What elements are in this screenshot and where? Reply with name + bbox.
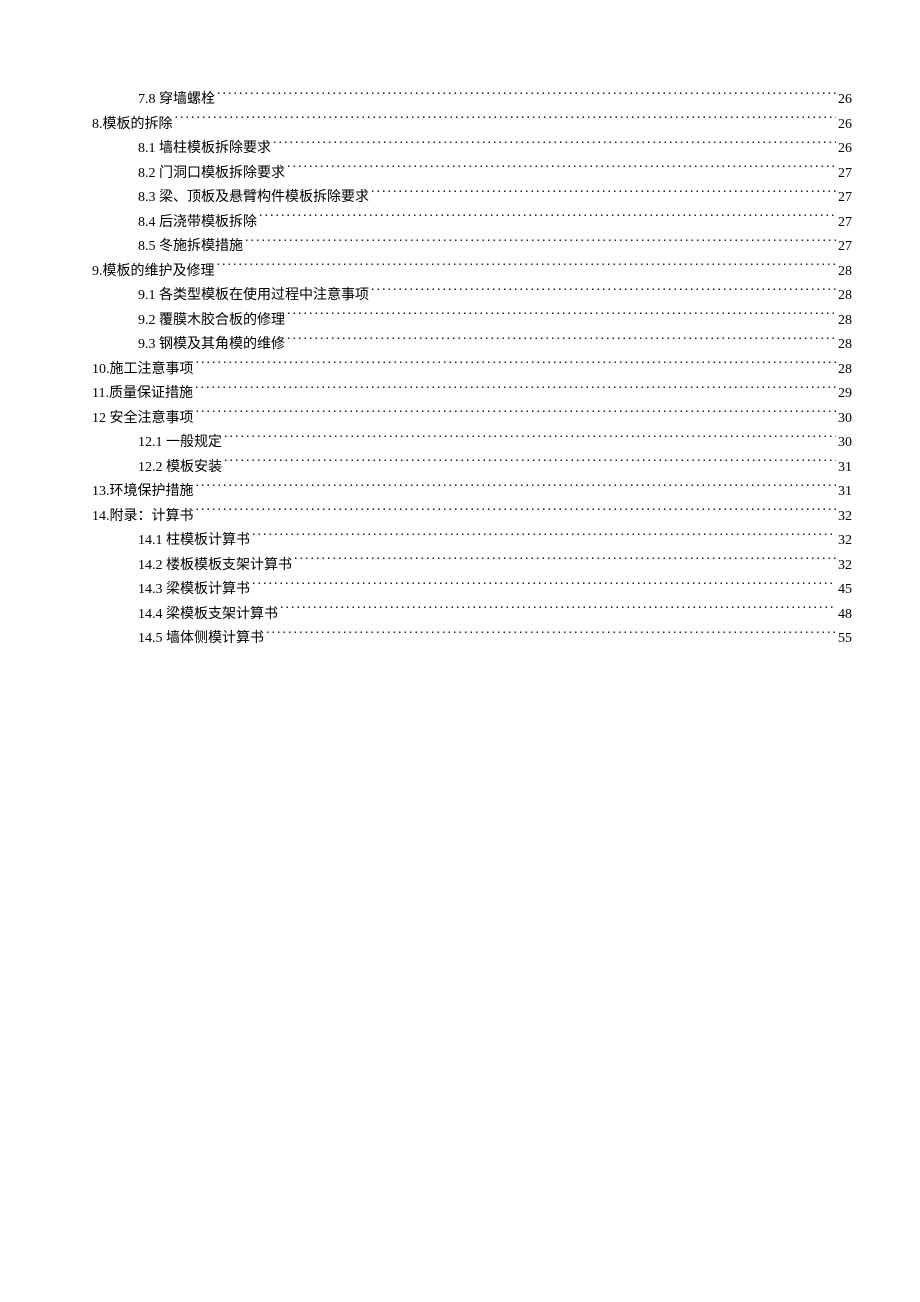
toc-entry-page: 45 (838, 578, 852, 603)
toc-entry[interactable]: 14.5 墙体侧模计算书 55 (68, 627, 852, 652)
toc-entry[interactable]: 9.3 钢模及其角模的维修 28 (68, 333, 852, 358)
toc-entry[interactable]: 8.1 墙柱模板拆除要求 26 (68, 137, 852, 162)
toc-entry-label: 12.1 一般规定 (138, 431, 222, 456)
toc-leader-dots (259, 212, 836, 226)
toc-entry-page: 28 (838, 284, 852, 309)
toc-entry-label: 14.2 楼板模板支架计算书 (138, 554, 292, 579)
toc-entry-page: 32 (838, 529, 852, 554)
toc-entry-page: 28 (838, 309, 852, 334)
toc-entry[interactable]: 10.施工注意事项 28 (68, 358, 852, 383)
toc-entry-label: 10.施工注意事项 (92, 358, 194, 383)
toc-entry-page: 27 (838, 162, 852, 187)
toc-leader-dots (371, 285, 836, 299)
toc-entry-label: 11.质量保证措施 (92, 382, 193, 407)
toc-entry[interactable]: 13.环境保护措施 31 (68, 480, 852, 505)
toc-entry-label: 8.2 门洞口模板拆除要求 (138, 162, 285, 187)
toc-entry-label: 9.3 钢模及其角模的维修 (138, 333, 285, 358)
toc-leader-dots (196, 408, 837, 422)
toc-entry[interactable]: 12 安全注意事项 30 (68, 407, 852, 432)
toc-entry-label: 14.附录：计算书 (92, 505, 194, 530)
toc-leader-dots (266, 628, 836, 642)
toc-entry-page: 32 (838, 554, 852, 579)
toc-entry-page: 31 (838, 480, 852, 505)
toc-entry-page: 28 (838, 333, 852, 358)
toc-entry-page: 27 (838, 211, 852, 236)
toc-entry-label: 8.模板的拆除 (92, 113, 173, 138)
toc-leader-dots (175, 114, 837, 128)
toc-entry[interactable]: 14.2 楼板模板支架计算书 32 (68, 554, 852, 579)
toc-entry-page: 55 (838, 627, 852, 652)
toc-entry[interactable]: 11.质量保证措施 29 (68, 382, 852, 407)
toc-entry-page: 29 (838, 382, 852, 407)
table-of-contents: 7.8 穿墙螺栓268.模板的拆除268.1 墙柱模板拆除要求268.2 门洞口… (68, 88, 852, 652)
toc-leader-dots (252, 579, 836, 593)
toc-leader-dots (287, 310, 836, 324)
toc-leader-dots (217, 261, 837, 275)
toc-leader-dots (252, 530, 836, 544)
toc-entry[interactable]: 14.4 梁模板支架计算书 48 (68, 603, 852, 628)
toc-entry-label: 14.3 梁模板计算书 (138, 578, 250, 603)
toc-leader-dots (294, 555, 836, 569)
toc-entry-page: 26 (838, 137, 852, 162)
toc-entry-label: 8.4 后浇带模板拆除 (138, 211, 257, 236)
toc-entry[interactable]: 8.4 后浇带模板拆除 27 (68, 211, 852, 236)
toc-leader-dots (273, 138, 836, 152)
toc-entry-label: 9.2 覆膜木胶合板的修理 (138, 309, 285, 334)
toc-entry-label: 12 安全注意事项 (92, 407, 194, 432)
toc-leader-dots (224, 432, 836, 446)
toc-entry[interactable]: 9.2 覆膜木胶合板的修理 28 (68, 309, 852, 334)
toc-leader-dots (287, 163, 836, 177)
toc-entry-page: 27 (838, 235, 852, 260)
toc-leader-dots (217, 89, 836, 103)
toc-entry-page: 30 (838, 407, 852, 432)
toc-entry-label: 8.5 冬施拆模措施 (138, 235, 243, 260)
toc-leader-dots (280, 604, 836, 618)
toc-entry-label: 8.1 墙柱模板拆除要求 (138, 137, 271, 162)
toc-entry-label: 14.1 柱模板计算书 (138, 529, 250, 554)
toc-entry-page: 28 (838, 260, 852, 285)
toc-entry[interactable]: 8.3 梁、顶板及悬臂构件模板拆除要求 27 (68, 186, 852, 211)
toc-entry[interactable]: 14.附录：计算书 32 (68, 505, 852, 530)
toc-entry[interactable]: 14.1 柱模板计算书 32 (68, 529, 852, 554)
toc-entry-label: 13.环境保护措施 (92, 480, 194, 505)
toc-entry[interactable]: 8.2 门洞口模板拆除要求 27 (68, 162, 852, 187)
toc-entry-label: 14.4 梁模板支架计算书 (138, 603, 278, 628)
toc-leader-dots (196, 359, 837, 373)
toc-leader-dots (245, 236, 836, 250)
toc-leader-dots (224, 457, 836, 471)
toc-entry-label: 14.5 墙体侧模计算书 (138, 627, 264, 652)
toc-entry-page: 27 (838, 186, 852, 211)
toc-entry[interactable]: 8.模板的拆除 26 (68, 113, 852, 138)
toc-entry-label: 9.模板的维护及修理 (92, 260, 215, 285)
toc-entry-label: 8.3 梁、顶板及悬臂构件模板拆除要求 (138, 186, 369, 211)
toc-entry-page: 31 (838, 456, 852, 481)
toc-leader-dots (371, 187, 836, 201)
toc-entry-label: 9.1 各类型模板在使用过程中注意事项 (138, 284, 369, 309)
toc-entry[interactable]: 8.5 冬施拆模措施 27 (68, 235, 852, 260)
toc-entry[interactable]: 12.2 模板安装 31 (68, 456, 852, 481)
toc-entry[interactable]: 12.1 一般规定 30 (68, 431, 852, 456)
toc-leader-dots (195, 383, 836, 397)
toc-entry[interactable]: 7.8 穿墙螺栓 26 (68, 88, 852, 113)
toc-entry-page: 32 (838, 505, 852, 530)
toc-entry-page: 28 (838, 358, 852, 383)
toc-leader-dots (287, 334, 836, 348)
toc-entry-label: 7.8 穿墙螺栓 (138, 88, 215, 113)
toc-entry-page: 26 (838, 113, 852, 138)
toc-entry[interactable]: 9.模板的维护及修理 28 (68, 260, 852, 285)
toc-entry[interactable]: 14.3 梁模板计算书 45 (68, 578, 852, 603)
toc-entry[interactable]: 9.1 各类型模板在使用过程中注意事项 28 (68, 284, 852, 309)
toc-entry-label: 12.2 模板安装 (138, 456, 222, 481)
toc-entry-page: 26 (838, 88, 852, 113)
toc-leader-dots (196, 506, 837, 520)
toc-leader-dots (196, 481, 837, 495)
toc-entry-page: 48 (838, 603, 852, 628)
toc-entry-page: 30 (838, 431, 852, 456)
